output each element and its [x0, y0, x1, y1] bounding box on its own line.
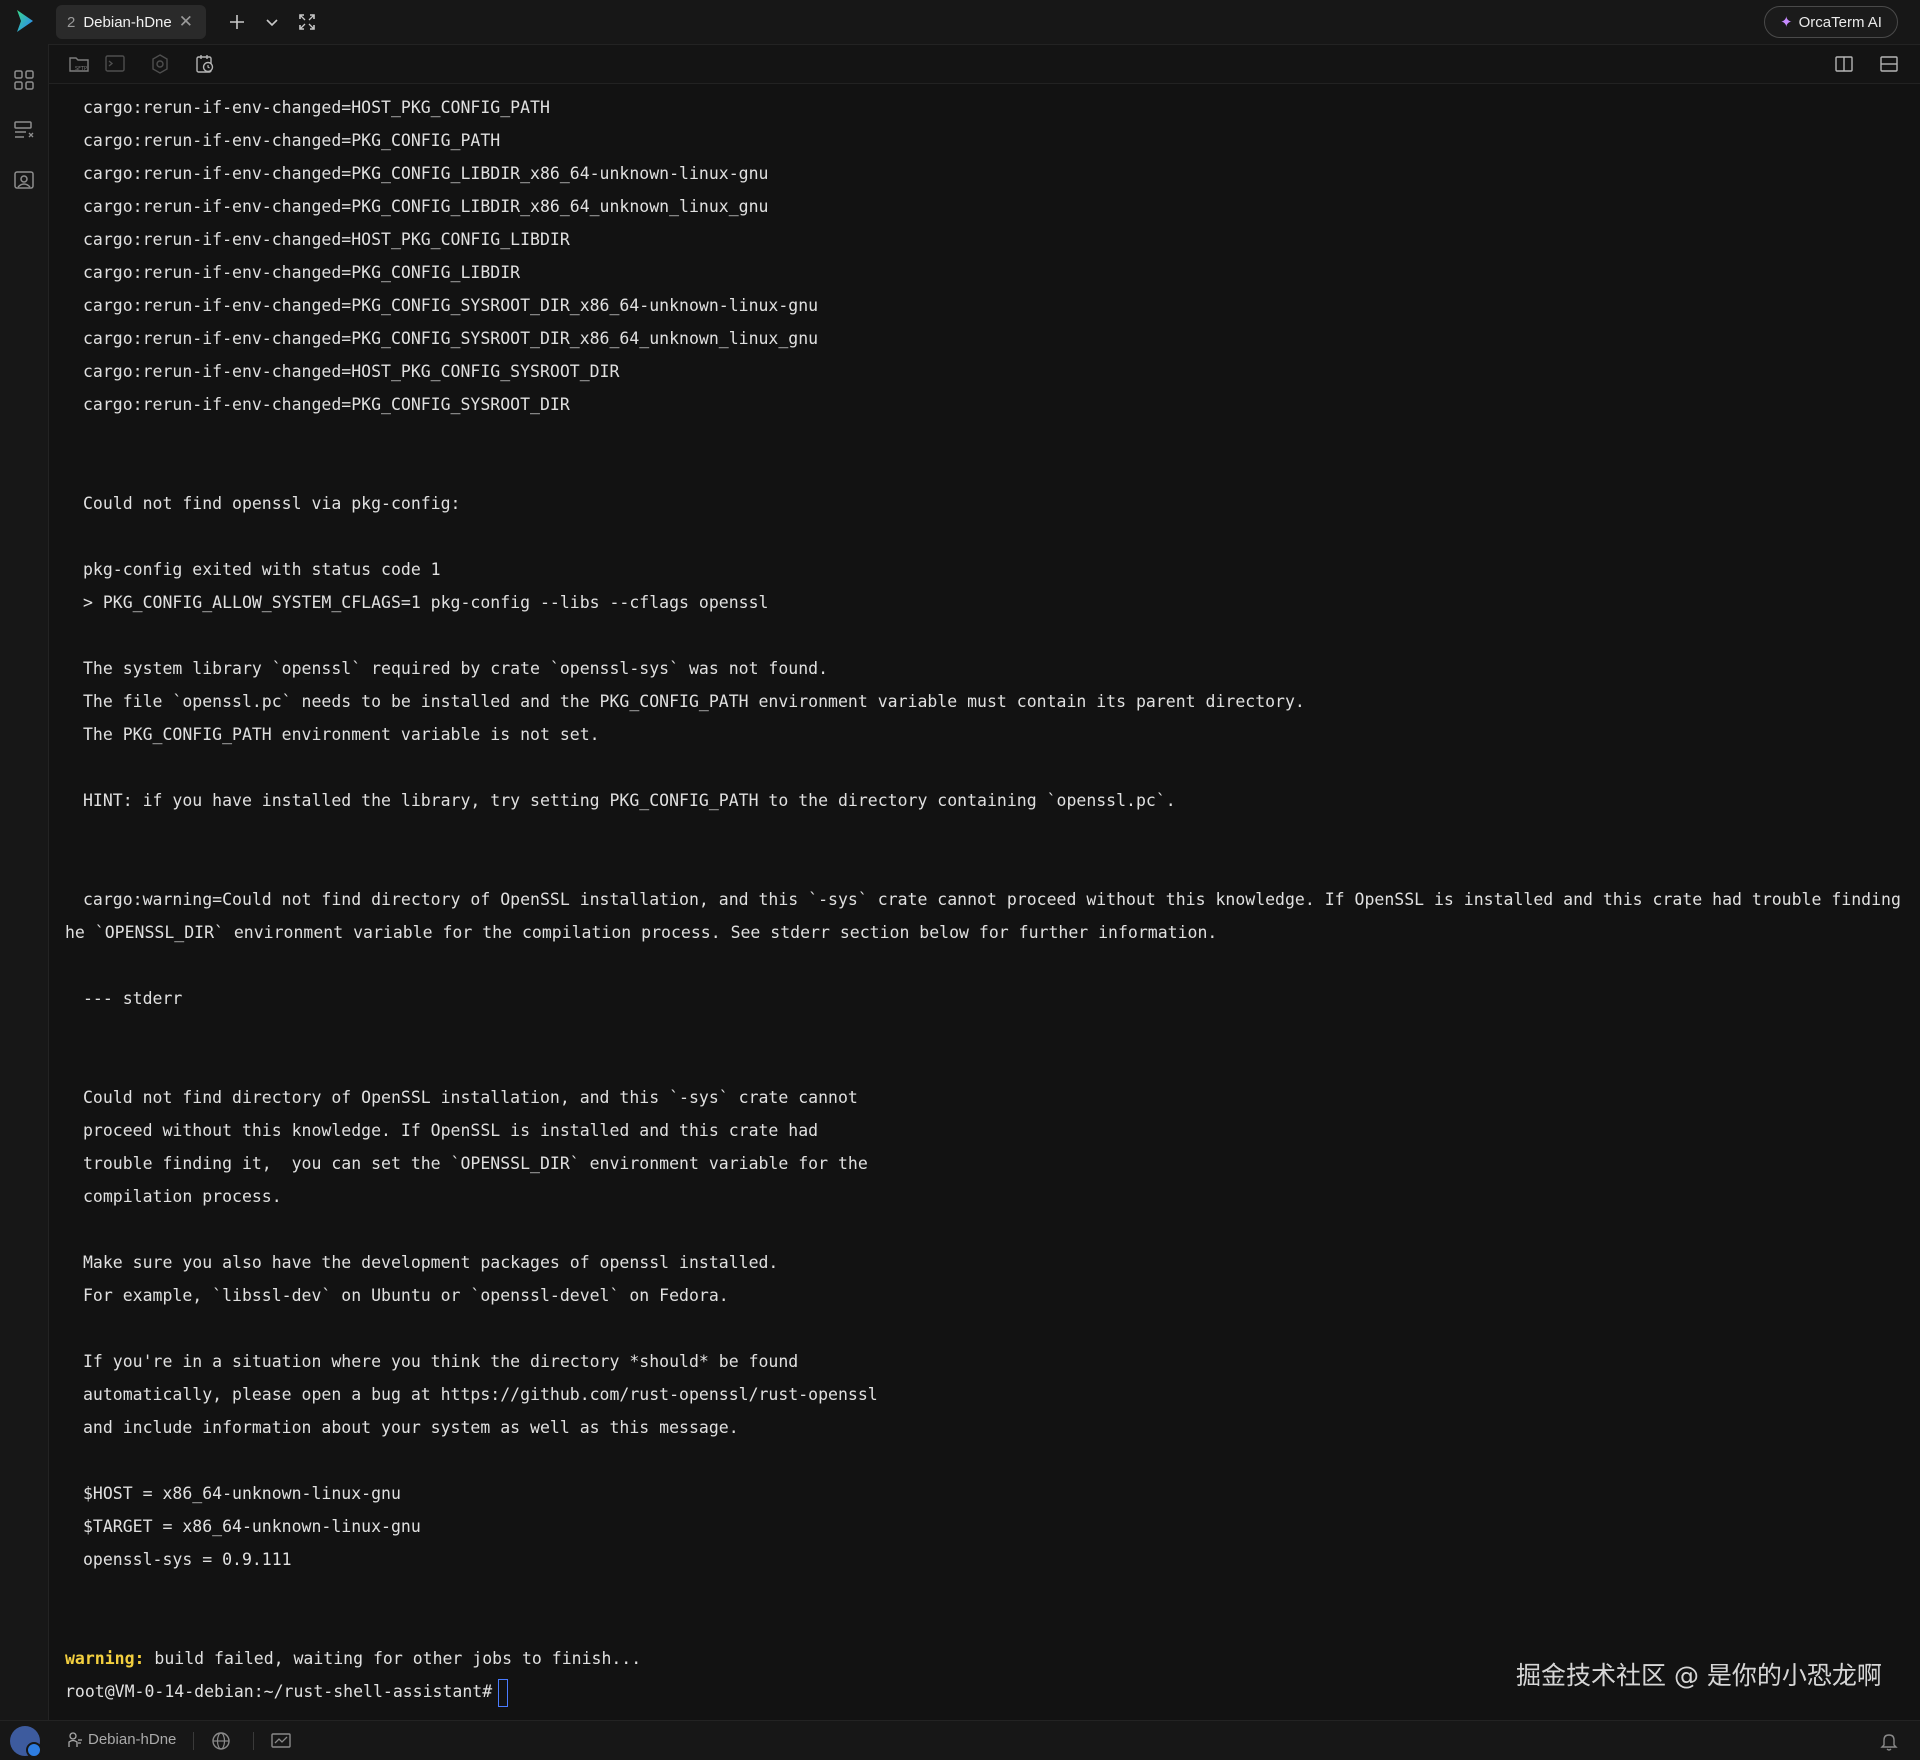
terminal-line: he `OPENSSL_DIR` environment variable fo…	[65, 923, 1218, 942]
shell-prompt: root@VM-0-14-debian:~/rust-shell-assista…	[65, 1682, 493, 1701]
terminal-line: $TARGET = x86_64-unknown-linux-gnu	[83, 1517, 421, 1536]
terminal-line: The PKG_CONFIG_PATH environment variable…	[83, 725, 600, 744]
settings-icon[interactable]	[149, 53, 171, 75]
terminal-line: The file `openssl.pc` needs to be instal…	[83, 692, 1305, 711]
terminal-icon[interactable]	[104, 53, 126, 75]
terminal-line: $HOST = x86_64-unknown-linux-gnu	[83, 1484, 401, 1503]
monitor-icon[interactable]	[270, 1730, 292, 1752]
terminal-line: cargo:rerun-if-env-changed=PKG_CONFIG_SY…	[83, 296, 819, 315]
text-cursor	[498, 1678, 509, 1707]
status-host[interactable]: Debian-hDne	[68, 1731, 176, 1748]
bell-icon[interactable]	[1878, 1730, 1900, 1752]
terminal-output[interactable]: cargo:rerun-if-env-changed=HOST_PKG_CONF…	[49, 84, 1911, 1720]
status-bar: Debian-hDne	[0, 1720, 1920, 1760]
warning-text: build failed, waiting for other jobs to …	[144, 1649, 642, 1668]
close-icon[interactable]: ✕	[179, 12, 193, 32]
terminal-line: HINT: if you have installed the library,…	[83, 791, 1176, 810]
terminal-app-window: 2 Debian-hDne ✕ ✦ OrcaTerm AI SFTP cargo…	[0, 0, 1920, 1760]
terminal-line: compilation process.	[83, 1187, 282, 1206]
terminal-line: trouble finding it, you can set the `OPE…	[83, 1154, 868, 1173]
grid-icon[interactable]	[12, 68, 36, 92]
tab-title: Debian-hDne	[83, 13, 172, 31]
split-vertical-icon[interactable]	[1833, 53, 1855, 75]
warning-line: warning: build failed, waiting for other…	[65, 1642, 641, 1675]
globe-icon[interactable]	[210, 1730, 232, 1752]
terminal-line: For example, `libssl-dev` on Ubuntu or `…	[83, 1286, 729, 1305]
terminal-line: and include information about your syste…	[83, 1418, 739, 1437]
user-icon	[68, 1731, 82, 1747]
svg-text:SFTP: SFTP	[75, 66, 87, 72]
terminal-line: > PKG_CONFIG_ALLOW_SYSTEM_CFLAGS=1 pkg-c…	[83, 593, 769, 612]
divider	[193, 1732, 194, 1750]
sparkle-icon: ✦	[1780, 14, 1793, 31]
avatar[interactable]	[10, 1726, 42, 1758]
chevron-down-icon[interactable]	[261, 11, 283, 33]
prompt-line[interactable]: root@VM-0-14-debian:~/rust-shell-assista…	[65, 1675, 509, 1708]
divider	[253, 1732, 254, 1750]
terminal-line: If you're in a situation where you think…	[83, 1352, 799, 1371]
profile-icon[interactable]	[12, 168, 36, 192]
orcaterm-ai-button[interactable]: ✦ OrcaTerm AI	[1764, 6, 1898, 38]
plus-icon[interactable]	[226, 11, 248, 33]
terminal-line: cargo:rerun-if-env-changed=PKG_CONFIG_SY…	[83, 395, 570, 414]
warning-keyword: warning:	[65, 1649, 145, 1668]
terminal-line: cargo:rerun-if-env-changed=PKG_CONFIG_SY…	[83, 329, 819, 348]
terminal-line: automatically, please open a bug at http…	[83, 1385, 878, 1404]
status-host-label: Debian-hDne	[88, 1731, 177, 1748]
split-horizontal-icon[interactable]	[1878, 53, 1900, 75]
terminal-line: Could not find directory of OpenSSL inst…	[83, 1088, 858, 1107]
terminal-line: Could not find openssl via pkg-config:	[83, 494, 461, 513]
ai-button-label: OrcaTerm AI	[1798, 13, 1882, 31]
terminal-line: cargo:rerun-if-env-changed=HOST_PKG_CONF…	[83, 98, 550, 117]
sftp-icon[interactable]: SFTP	[68, 53, 90, 75]
fullscreen-icon[interactable]	[296, 11, 318, 33]
terminal-line: cargo:rerun-if-env-changed=PKG_CONFIG_LI…	[83, 263, 521, 282]
tab-index: 2	[67, 13, 76, 31]
history-icon[interactable]	[194, 53, 216, 75]
terminal-line: openssl-sys = 0.9.111	[83, 1550, 292, 1569]
terminal-line: The system library `openssl` required by…	[83, 659, 829, 678]
terminal-line: --- stderr	[83, 989, 183, 1008]
terminal-line: cargo:rerun-if-env-changed=HOST_PKG_CONF…	[83, 362, 620, 381]
terminal-toolbar: SFTP	[49, 45, 1920, 84]
tab-debian[interactable]: 2 Debian-hDne ✕	[56, 5, 206, 39]
app-logo[interactable]	[10, 6, 40, 36]
top-bar: 2 Debian-hDne ✕ ✦ OrcaTerm AI	[0, 0, 1920, 45]
terminal-line: cargo:rerun-if-env-changed=HOST_PKG_CONF…	[83, 230, 570, 249]
terminal-line: proceed without this knowledge. If OpenS…	[83, 1121, 819, 1140]
terminal-line: Make sure you also have the development …	[83, 1253, 779, 1272]
terminal-line: cargo:rerun-if-env-changed=PKG_CONFIG_LI…	[83, 197, 769, 216]
terminal-line: cargo:warning=Could not find directory o…	[83, 890, 1911, 909]
terminal-line: cargo:rerun-if-env-changed=PKG_CONFIG_LI…	[83, 164, 769, 183]
terminal-line: cargo:rerun-if-env-changed=PKG_CONFIG_PA…	[83, 131, 501, 150]
terminal-line: pkg-config exited with status code 1	[83, 560, 441, 579]
watermark: 掘金技术社区 @ 是你的小恐龙啊	[1516, 1661, 1882, 1690]
left-sidebar	[0, 44, 49, 1720]
server-list-icon[interactable]	[12, 118, 36, 142]
